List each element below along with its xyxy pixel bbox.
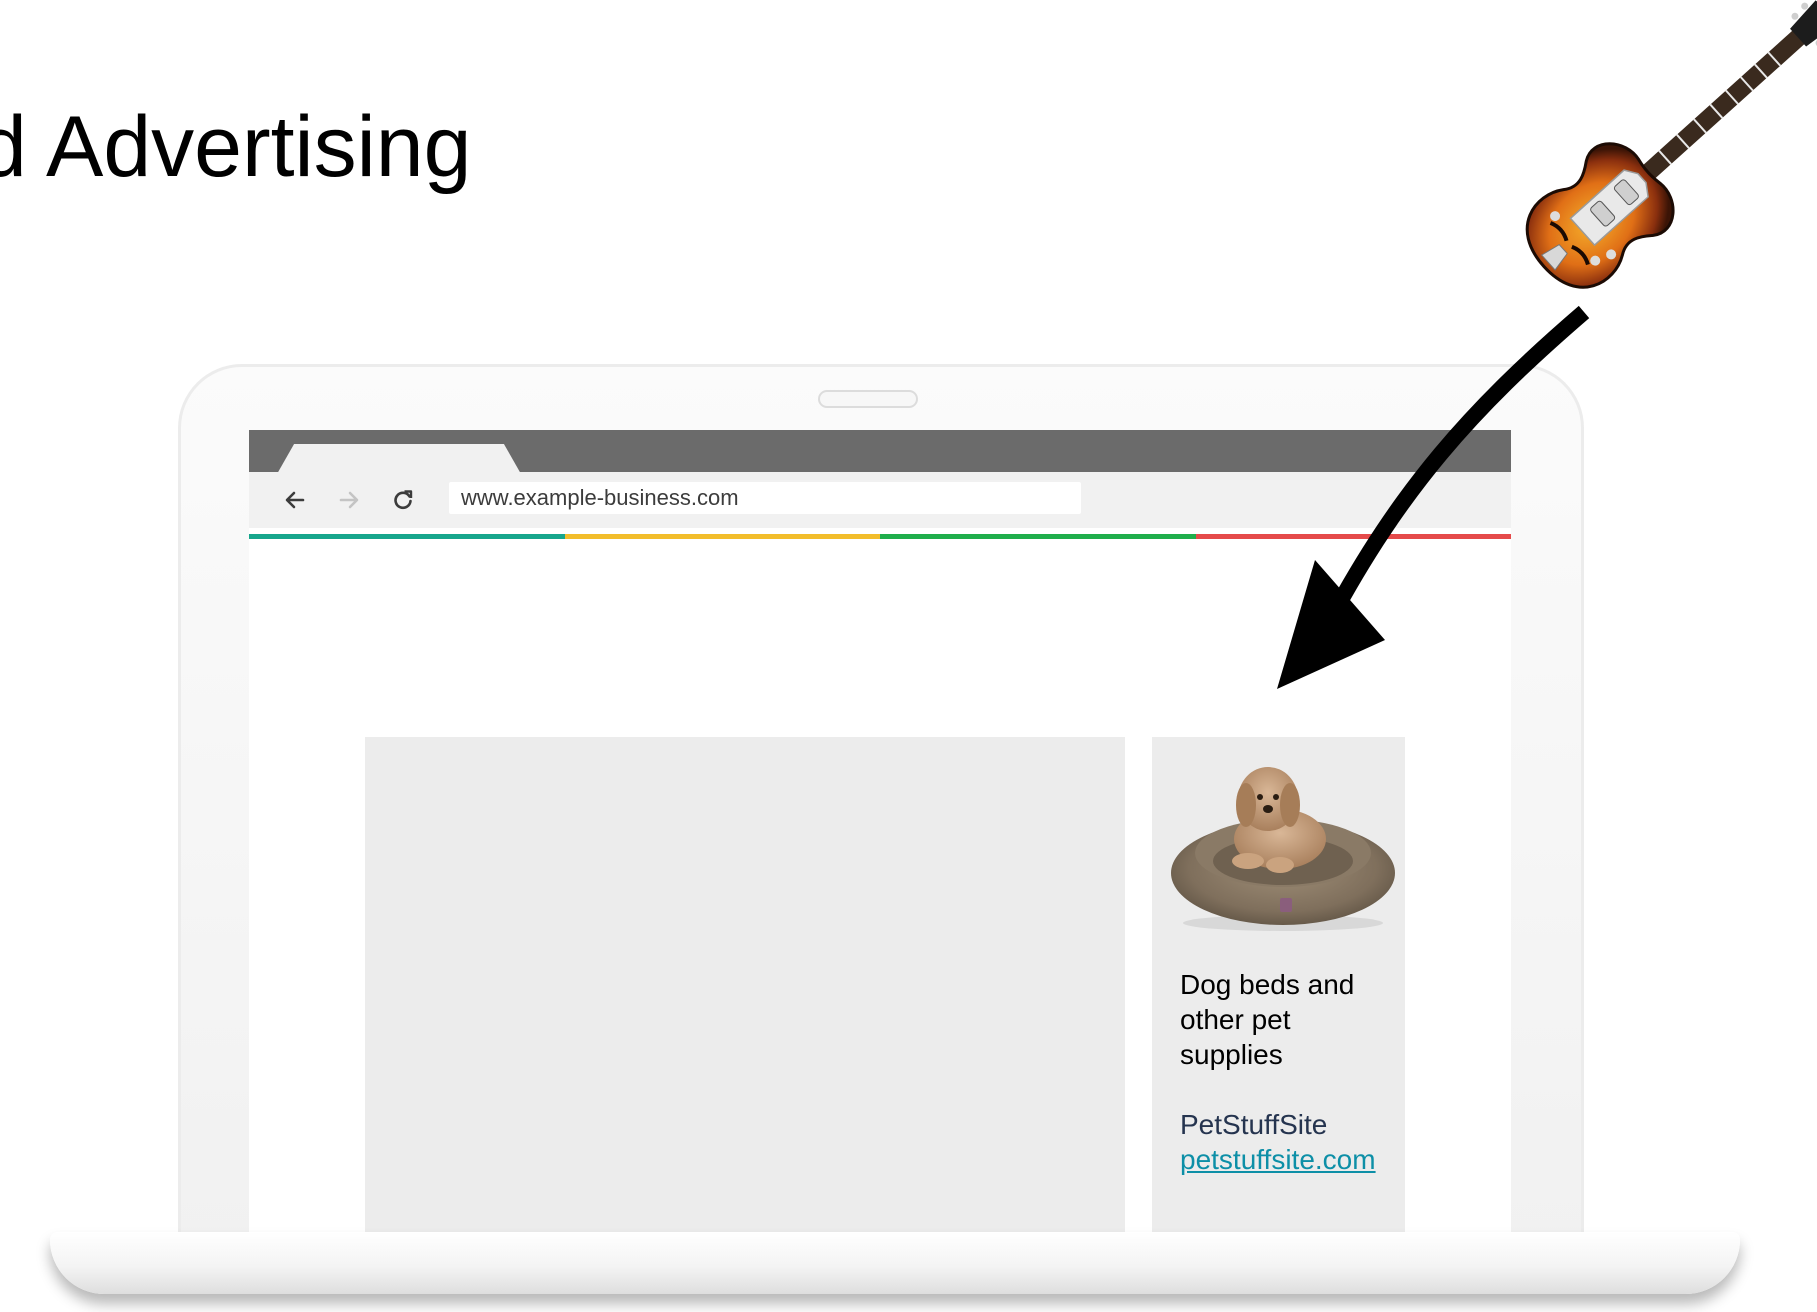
ad-display-url-link[interactable]: petstuffsite.com [1180,1142,1376,1177]
guitar-illustration [1525,0,1817,289]
ad-headline[interactable]: Dog beds and other pet supplies [1180,967,1390,1072]
address-bar[interactable]: www.example-business.com [449,482,1081,514]
forward-arrow-icon[interactable] [331,482,367,518]
page-main-content [365,737,1125,1232]
dog-bed-image [1171,767,1395,931]
browser-tab[interactable] [277,444,521,474]
stripe-segment-green [880,534,1196,539]
stripe-segment-teal [249,534,565,539]
laptop-camera-notch [818,390,918,408]
curved-arrow-icon [1277,305,1590,689]
reload-icon[interactable] [385,482,421,518]
slide-title: d Advertising [0,99,472,195]
ad-advertiser-name: PetStuffSite [1180,1109,1328,1140]
stripe-segment-yellow [564,534,880,539]
laptop-base [50,1232,1740,1294]
sidebar-ad[interactable]: Dog beds and other pet supplies PetStuff… [1152,737,1405,1232]
back-arrow-icon[interactable] [277,482,313,518]
